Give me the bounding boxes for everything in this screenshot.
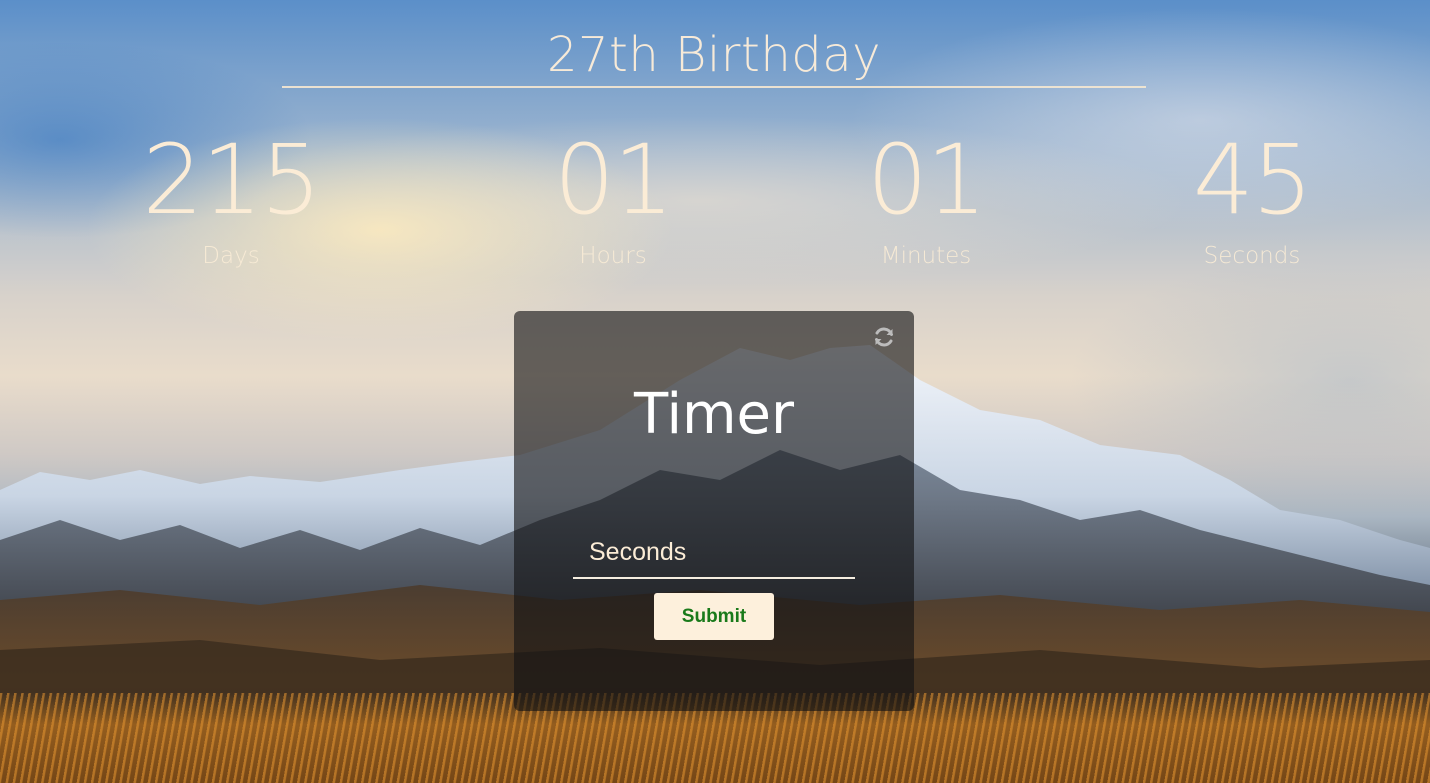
seconds-input[interactable] — [573, 517, 855, 577]
title-divider — [282, 86, 1146, 88]
submit-button[interactable]: Submit — [654, 593, 774, 640]
countdown-days: 215 Days — [81, 128, 381, 274]
hours-value: 01 — [553, 124, 674, 236]
timer-card: Timer Submit — [514, 311, 914, 711]
hours-label: Hours — [579, 243, 647, 269]
countdown-minutes: 01 Minutes — [776, 128, 1076, 274]
minutes-value: 01 — [866, 124, 987, 236]
countdown-seconds: 45 Seconds — [1102, 128, 1402, 274]
refresh-icon[interactable] — [872, 325, 896, 349]
timer-title: Timer — [633, 382, 795, 447]
days-value: 215 — [142, 124, 321, 236]
seconds-label: Seconds — [1203, 243, 1301, 269]
days-label: Days — [202, 243, 260, 269]
seconds-value: 45 — [1192, 124, 1313, 236]
minutes-label: Minutes — [880, 243, 972, 269]
page-title: 27th Birthday — [546, 27, 882, 83]
countdown-hours: 01 Hours — [463, 128, 763, 274]
seconds-field-wrapper — [573, 517, 855, 579]
refresh-icon-glyph — [875, 327, 893, 347]
